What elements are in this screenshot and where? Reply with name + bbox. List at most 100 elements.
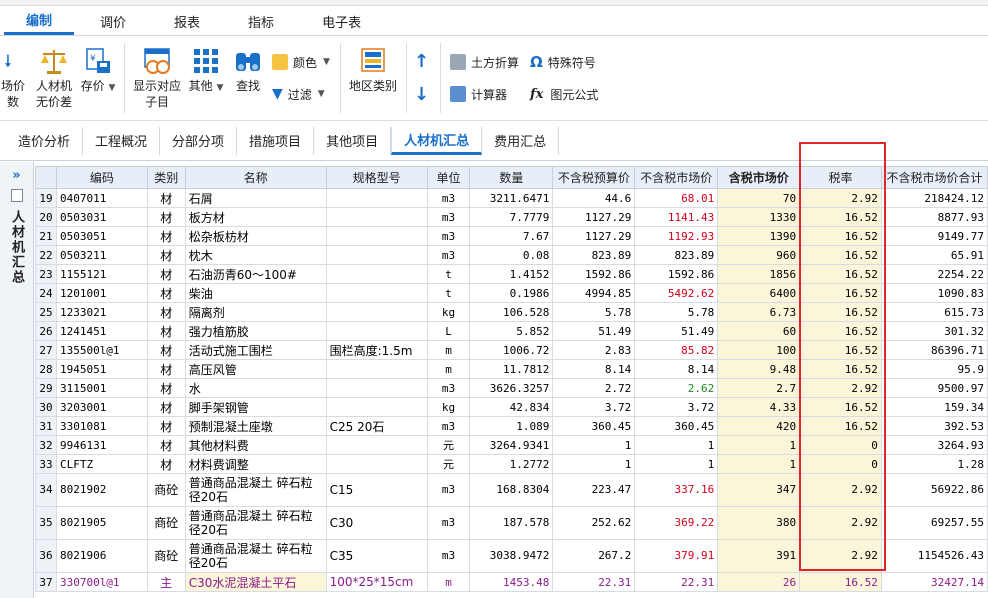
type-cell[interactable]: 材 bbox=[146, 454, 186, 474]
tax-rate-cell[interactable]: 16.52 bbox=[799, 283, 882, 303]
market-price-cell[interactable]: 1141.43 bbox=[634, 207, 719, 227]
row-number[interactable]: 33 bbox=[35, 454, 57, 474]
market-total-cell[interactable]: 69257.55 bbox=[880, 506, 988, 540]
table-row[interactable]: 31 3301081 材预制混凝土座墩 C25 20石 m3 1.089 360.45 360… bbox=[35, 416, 988, 436]
name-cell[interactable]: 高压风管 bbox=[184, 359, 327, 379]
table-row[interactable]: 30 3203001 材脚手架钢管 kg 42.834 3.72 3.72 4.33 16.52… bbox=[35, 397, 988, 417]
spec-cell[interactable] bbox=[325, 321, 428, 341]
row-number[interactable]: 19 bbox=[35, 188, 57, 208]
type-cell[interactable]: 商砼 bbox=[146, 506, 186, 540]
quantity-cell[interactable]: 1.089 bbox=[469, 416, 554, 436]
table-row[interactable]: 24 1201001 材柴油 t 0.1986 4994.85 5492.62 6400 16.… bbox=[35, 283, 988, 303]
budget-price-cell[interactable]: 823.89 bbox=[552, 245, 636, 265]
market-total-cell[interactable]: 8877.93 bbox=[880, 207, 988, 227]
header-unit[interactable]: 单位 bbox=[426, 166, 471, 189]
type-cell[interactable]: 材 bbox=[146, 226, 186, 246]
tax-rate-cell[interactable]: 0 bbox=[799, 454, 882, 474]
spec-cell[interactable] bbox=[325, 454, 428, 474]
quantity-cell[interactable]: 5.852 bbox=[469, 321, 554, 341]
type-cell[interactable]: 材 bbox=[146, 340, 186, 360]
name-cell[interactable]: 活动式施工围栏 bbox=[184, 340, 327, 360]
market-price-button[interactable]: 场价 数 bbox=[0, 47, 26, 110]
market-price-cell[interactable]: 22.31 bbox=[634, 572, 719, 592]
show-sub-item-button[interactable]: 显示对应 子目 bbox=[130, 47, 184, 110]
rencaiji-no-diff-button[interactable]: 人材机 无价差 bbox=[32, 47, 76, 110]
row-number[interactable]: 34 bbox=[35, 473, 57, 507]
name-cell[interactable]: 枕木 bbox=[184, 245, 327, 265]
unit-cell[interactable]: m bbox=[426, 359, 471, 379]
table-row[interactable]: 25 1233021 材隔离剂 kg 106.528 5.78 5.78 6.73 16.52 6… bbox=[35, 302, 988, 322]
tax-rate-cell[interactable]: 2.92 bbox=[799, 473, 882, 507]
unit-cell[interactable]: m3 bbox=[426, 188, 471, 208]
market-price-inc-tax-cell[interactable]: 960 bbox=[717, 245, 801, 265]
market-price-inc-tax-cell[interactable]: 60 bbox=[717, 321, 801, 341]
market-total-cell[interactable]: 9149.77 bbox=[880, 226, 988, 246]
type-cell[interactable]: 材 bbox=[146, 283, 186, 303]
name-cell[interactable]: 其他材料费 bbox=[184, 435, 327, 455]
market-price-cell[interactable]: 51.49 bbox=[634, 321, 719, 341]
row-number[interactable]: 31 bbox=[35, 416, 57, 436]
tax-rate-cell[interactable]: 16.52 bbox=[799, 416, 882, 436]
header-tax-rate[interactable]: 税率 bbox=[799, 166, 882, 189]
market-price-cell[interactable]: 337.16 bbox=[634, 473, 719, 507]
budget-price-cell[interactable]: 223.47 bbox=[552, 473, 636, 507]
market-total-cell[interactable]: 1090.83 bbox=[880, 283, 988, 303]
market-total-cell[interactable]: 9500.97 bbox=[880, 378, 988, 398]
table-row[interactable]: 26 1241451 材强力植筋胶 L 5.852 51.49 51.49 60 16.52 30… bbox=[35, 321, 988, 341]
market-price-inc-tax-cell[interactable]: 6.73 bbox=[717, 302, 801, 322]
unit-cell[interactable]: m3 bbox=[426, 539, 471, 573]
other-dropdown-icon[interactable]: ▼ bbox=[216, 83, 223, 93]
tax-rate-cell[interactable]: 16.52 bbox=[799, 572, 882, 592]
budget-price-cell[interactable]: 8.14 bbox=[552, 359, 636, 379]
menu-tab-indicator[interactable]: 指标 bbox=[226, 7, 296, 35]
header-name[interactable]: 名称 bbox=[184, 166, 327, 189]
spec-cell[interactable] bbox=[325, 207, 428, 227]
budget-price-cell[interactable]: 1127.29 bbox=[552, 207, 636, 227]
quantity-cell[interactable]: 3626.3257 bbox=[469, 378, 554, 398]
unit-cell[interactable]: m bbox=[426, 572, 471, 592]
name-cell[interactable]: 普通商品混凝土 碎石粒径20石 bbox=[184, 473, 327, 507]
table-row[interactable]: 32 9946131 材其他材料费元 3264.9341 1 1 1 0 3264.93 bbox=[35, 435, 988, 455]
type-cell[interactable]: 材 bbox=[146, 416, 186, 436]
market-total-cell[interactable]: 1154526.43 bbox=[880, 539, 988, 573]
search-button[interactable]: 查找 bbox=[230, 47, 266, 94]
budget-price-cell[interactable]: 2.72 bbox=[552, 378, 636, 398]
market-total-cell[interactable]: 392.53 bbox=[880, 416, 988, 436]
region-category-button[interactable]: 地区类别 bbox=[346, 47, 400, 94]
quantity-cell[interactable]: 1.2772 bbox=[469, 454, 554, 474]
code-cell[interactable]: 330700l@1 bbox=[55, 572, 148, 592]
code-cell[interactable]: 1241451 bbox=[55, 321, 148, 341]
market-price-cell[interactable]: 1592.86 bbox=[634, 264, 719, 284]
market-total-cell[interactable]: 301.32 bbox=[880, 321, 988, 341]
code-cell[interactable]: CLFTZ bbox=[55, 454, 148, 474]
market-price-cell[interactable]: 823.89 bbox=[634, 245, 719, 265]
table-row[interactable]: 28 1945051 材高压风管 m 11.7812 8.14 8.14 9.48 16.52 9… bbox=[35, 359, 988, 379]
budget-price-cell[interactable]: 3.72 bbox=[552, 397, 636, 417]
market-price-inc-tax-cell[interactable]: 4.33 bbox=[717, 397, 801, 417]
name-cell[interactable]: 板方材 bbox=[184, 207, 327, 227]
tax-rate-cell[interactable]: 2.92 bbox=[799, 506, 882, 540]
quantity-cell[interactable]: 187.578 bbox=[469, 506, 554, 540]
market-price-inc-tax-cell[interactable]: 380 bbox=[717, 506, 801, 540]
row-number[interactable]: 22 bbox=[35, 245, 57, 265]
tab-labor-material-machine-summary[interactable]: 人材机汇总 bbox=[391, 126, 483, 155]
tab-project-overview[interactable]: 工程概况 bbox=[83, 126, 161, 155]
tax-rate-cell[interactable]: 16.52 bbox=[799, 359, 882, 379]
table-row[interactable]: 20 0503031 材板方材 m3 7.7779 1127.29 1141.43 1330 1… bbox=[35, 207, 988, 227]
budget-price-cell[interactable]: 360.45 bbox=[552, 416, 636, 436]
budget-price-cell[interactable]: 4994.85 bbox=[552, 283, 636, 303]
type-cell[interactable]: 材 bbox=[146, 378, 186, 398]
quantity-cell[interactable]: 11.7812 bbox=[469, 359, 554, 379]
earthwork-convert-button[interactable]: 土方折算 bbox=[450, 52, 519, 72]
quantity-cell[interactable]: 7.7779 bbox=[469, 207, 554, 227]
budget-price-cell[interactable]: 44.6 bbox=[552, 188, 636, 208]
spec-cell[interactable] bbox=[325, 264, 428, 284]
type-cell[interactable]: 材 bbox=[146, 302, 186, 322]
code-cell[interactable]: 3301081 bbox=[55, 416, 148, 436]
market-price-cell[interactable]: 2.62 bbox=[634, 378, 719, 398]
budget-price-cell[interactable]: 5.78 bbox=[552, 302, 636, 322]
filter-dropdown-icon[interactable]: ▼ bbox=[318, 89, 325, 99]
market-price-inc-tax-cell[interactable]: 70 bbox=[717, 188, 801, 208]
unit-cell[interactable]: m3 bbox=[426, 378, 471, 398]
market-total-cell[interactable]: 86396.71 bbox=[880, 340, 988, 360]
